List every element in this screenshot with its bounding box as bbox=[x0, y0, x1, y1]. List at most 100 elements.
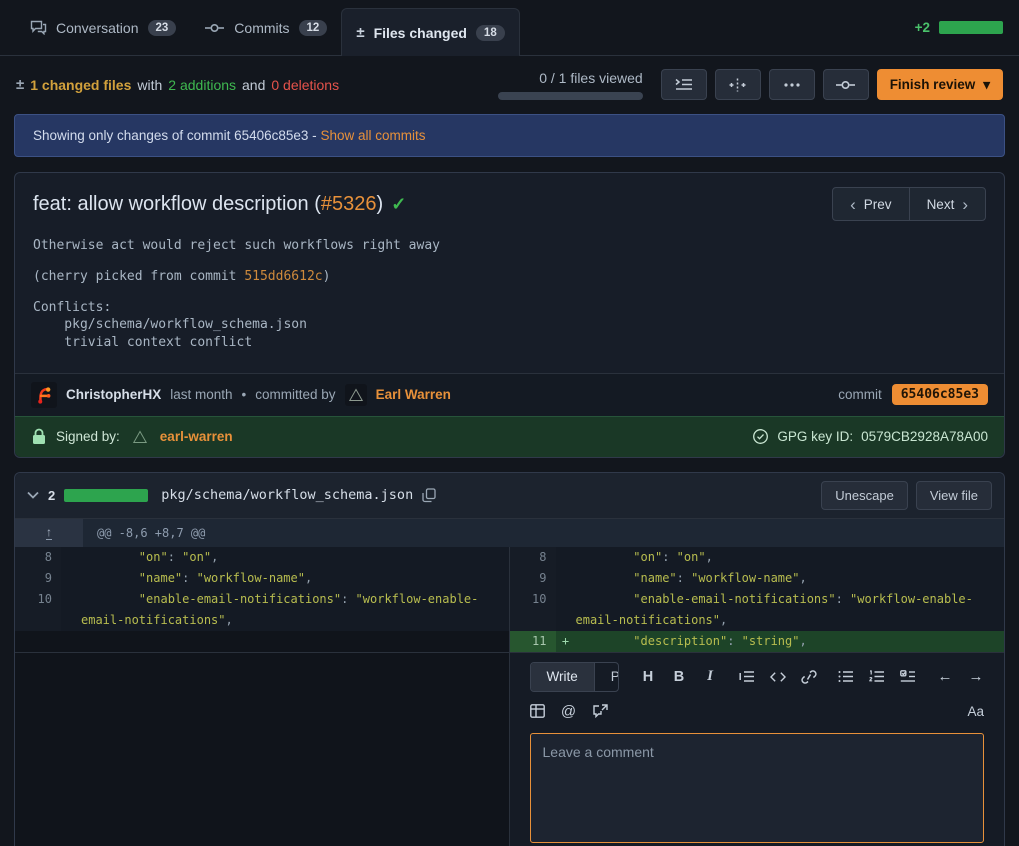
diffstat-bar bbox=[939, 21, 1003, 34]
copy-path-icon[interactable] bbox=[422, 488, 436, 503]
gpg-key-group: GPG key ID: 0579CB2928A78A00 bbox=[752, 428, 988, 445]
code-string-token: "string" bbox=[742, 634, 800, 648]
committed-by-label: committed by bbox=[255, 387, 335, 402]
commit-pagination: ‹ Prev Next › bbox=[832, 187, 986, 221]
deletions-text: 0 deletions bbox=[271, 77, 339, 93]
code-punct-token: , bbox=[706, 550, 713, 564]
next-label: Next bbox=[927, 197, 955, 212]
line-number[interactable]: 10 bbox=[510, 589, 556, 631]
tab-commits[interactable]: Commits 12 bbox=[190, 0, 341, 55]
commit-sha-badge[interactable]: 65406c85e3 bbox=[892, 384, 988, 405]
next-commit-button[interactable]: Next › bbox=[910, 188, 985, 220]
committer-name-link[interactable]: Earl Warren bbox=[376, 387, 451, 402]
diff-right-column: 8 "on": "on",9 "name": "workflow-name",1… bbox=[510, 547, 1005, 652]
toolbar-actions: 0 / 1 files viewed Finish review bbox=[498, 69, 1003, 100]
page-title: feat: allow workflow description (#5326)… bbox=[33, 193, 406, 216]
line-number[interactable]: 10 bbox=[15, 589, 61, 631]
diff-code-row: 9 "name": "workflow-name", bbox=[15, 568, 509, 589]
indent-arrow-icon[interactable]: → bbox=[968, 668, 984, 685]
code-string-token: "on" bbox=[139, 550, 168, 564]
line-number[interactable]: 8 bbox=[15, 547, 61, 568]
signer-name-link[interactable]: earl-warren bbox=[160, 429, 233, 444]
diff-sign bbox=[556, 589, 576, 631]
commit-message-line: pkg/schema/workflow_schema.json bbox=[33, 316, 986, 333]
file-diff-header: 2 pkg/schema/workflow_schema.json Unesca… bbox=[15, 473, 1004, 519]
files-viewed-label: 0 / 1 files viewed bbox=[539, 70, 643, 86]
outdent-arrow-icon[interactable]: ← bbox=[937, 668, 953, 685]
issue-number-link[interactable]: #5326 bbox=[321, 193, 377, 215]
ordered-list-icon[interactable] bbox=[869, 670, 885, 683]
tab-conversation-label: Conversation bbox=[56, 20, 139, 36]
cherry-pick-commit-link[interactable]: 515dd6612c bbox=[244, 269, 322, 284]
hunk-header-row: ↑ @@ -8,6 +8,7 @@ bbox=[15, 519, 1004, 547]
finish-review-label: Finish review bbox=[890, 77, 976, 92]
committer-avatar[interactable] bbox=[345, 384, 367, 406]
tab-preview[interactable]: Preview bbox=[595, 663, 619, 691]
code-cell bbox=[81, 631, 509, 652]
verified-icon bbox=[752, 428, 769, 445]
expand-hunk-button[interactable]: ↑ bbox=[15, 519, 83, 547]
tab-files-changed[interactable]: ± Files changed 18 bbox=[341, 8, 519, 56]
tab-conversation[interactable]: Conversation 23 bbox=[16, 0, 190, 55]
diff-options-menu-button[interactable] bbox=[769, 69, 815, 100]
blockquote-icon[interactable] bbox=[739, 670, 755, 683]
cross-reference-icon[interactable] bbox=[592, 704, 608, 718]
diff-sign bbox=[556, 568, 576, 589]
line-number[interactable]: 8 bbox=[510, 547, 556, 568]
collapse-chevron-icon[interactable] bbox=[27, 491, 39, 499]
diff-sign bbox=[61, 547, 81, 568]
show-all-commits-link[interactable]: Show all commits bbox=[320, 128, 425, 143]
comment-textarea[interactable] bbox=[530, 733, 985, 843]
pr-tab-bar: Conversation 23 Commits 12 ± Files chang… bbox=[0, 0, 1019, 56]
table-icon[interactable] bbox=[530, 704, 546, 718]
chevron-right-icon: › bbox=[962, 196, 968, 213]
bold-icon[interactable]: B bbox=[671, 669, 687, 685]
view-file-button[interactable]: View file bbox=[916, 481, 992, 510]
signer-avatar[interactable] bbox=[129, 426, 151, 448]
code-cell: "description": "string", bbox=[576, 631, 1005, 652]
hunk-header-text: @@ -8,6 +8,7 @@ bbox=[83, 519, 205, 547]
diff-bottom-region: Write Preview H B I bbox=[15, 652, 1004, 846]
code-punct-token: : bbox=[662, 550, 676, 564]
unescape-button[interactable]: Unescape bbox=[821, 481, 908, 510]
code-cell: "enable-email-notifications": "workflow-… bbox=[81, 589, 509, 631]
summary-text: with bbox=[137, 77, 162, 93]
code-punct-token bbox=[81, 550, 139, 564]
diff-sign bbox=[61, 589, 81, 631]
commit-message-line: Otherwise act would reject such workflow… bbox=[33, 237, 986, 254]
ci-success-check-icon[interactable]: ✓ bbox=[391, 194, 406, 215]
line-number[interactable]: 9 bbox=[15, 568, 61, 589]
link-icon[interactable] bbox=[801, 670, 817, 684]
editor-mode-tabs: Write Preview bbox=[530, 662, 620, 692]
diff-filler-row bbox=[15, 631, 509, 652]
split-diff-options-button[interactable] bbox=[715, 69, 761, 100]
font-size-icon[interactable]: Aa bbox=[967, 704, 984, 719]
code-punct-token bbox=[81, 592, 139, 606]
heading-icon[interactable]: H bbox=[640, 669, 656, 685]
commit-filter-banner: Showing only changes of commit 65406c85e… bbox=[14, 114, 1005, 157]
line-number[interactable]: 9 bbox=[510, 568, 556, 589]
dot-separator: • bbox=[242, 387, 247, 402]
finish-review-button[interactable]: Finish review ▾ bbox=[877, 69, 1003, 100]
mention-icon[interactable]: @ bbox=[561, 703, 577, 720]
tab-write[interactable]: Write bbox=[531, 663, 595, 691]
changed-files-link[interactable]: 1 changed files bbox=[30, 77, 131, 93]
code-icon[interactable] bbox=[770, 671, 786, 683]
author-name-link[interactable]: ChristopherHX bbox=[66, 387, 161, 402]
code-punct-token: , bbox=[799, 634, 806, 648]
unordered-list-icon[interactable] bbox=[838, 670, 854, 683]
file-tree-toggle-button[interactable] bbox=[661, 69, 707, 100]
commit-card-header: feat: allow workflow description (#5326)… bbox=[15, 173, 1004, 225]
code-punct-token: : bbox=[677, 571, 691, 585]
line-number[interactable]: 11 bbox=[510, 631, 556, 652]
editor-toolbar-row-1: Write Preview H B I bbox=[530, 662, 985, 692]
paren: ( bbox=[314, 193, 321, 215]
commit-select-button[interactable] bbox=[823, 69, 869, 100]
author-avatar[interactable] bbox=[31, 382, 57, 408]
diff-left-column: 8 "on": "on",9 "name": "workflow-name",1… bbox=[15, 547, 510, 652]
line-number bbox=[15, 631, 61, 652]
code-punct-token: : bbox=[727, 634, 741, 648]
task-list-icon[interactable] bbox=[900, 670, 916, 683]
italic-icon[interactable]: I bbox=[702, 668, 718, 685]
prev-commit-button[interactable]: ‹ Prev bbox=[833, 188, 909, 220]
